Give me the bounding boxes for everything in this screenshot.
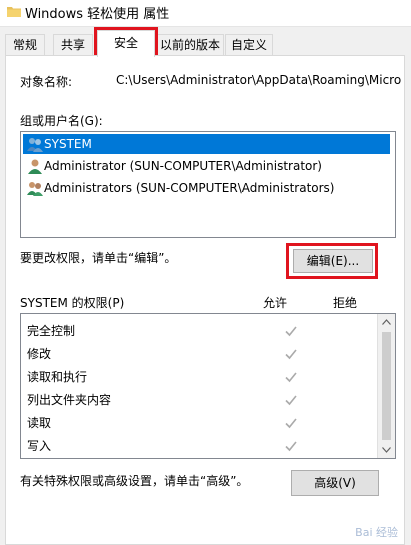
tab-previous-versions[interactable]: 以前的版本 [156,34,224,55]
tab-customize[interactable]: 自定义 [225,34,273,55]
allow-check-icon [285,418,297,429]
group-users-icon [27,182,43,196]
tab-general[interactable]: 常规 [5,34,45,55]
advanced-hint: 有关特殊权限或高级设置，请单击“高级”。 [20,474,249,488]
allow-check-icon [285,326,297,337]
users-list[interactable]: SYSTEM Administrator (SUN-COMPUTER\Admin… [20,131,396,238]
allow-check-icon [285,349,297,360]
scroll-up-arrow-icon[interactable] [382,319,391,325]
permission-row: 列出文件夹内容 [21,389,381,411]
allow-check-icon [285,372,297,383]
user-row-administrator[interactable]: Administrator (SUN-COMPUTER\Administrato… [23,156,390,176]
permission-name: 写入 [27,439,52,453]
tab-security[interactable]: 安全 [97,30,155,57]
permission-name: 读取和执行 [27,370,88,384]
object-name-label: 对象名称: [20,75,73,89]
permission-row: 读取和执行 [21,366,381,388]
object-name-value: C:\Users\Administrator\AppData\Roaming\M… [116,73,402,87]
permission-row: 完全控制 [21,320,381,342]
allow-check-icon [285,441,297,452]
user-label: SYSTEM [44,137,92,151]
watermark: Bai 经验 [355,526,398,539]
folder-icon [7,7,21,17]
edit-button-highlight [286,243,378,279]
permissions-list[interactable]: 完全控制 修改 读取和执行 列出文件夹内容 读取 写入 [20,313,396,459]
security-panel: 对象名称: C:\Users\Administrator\AppData\Roa… [5,55,405,545]
permissions-scrollbar[interactable] [377,314,395,458]
title-bar: Windows 轻松使用 属性 [0,0,411,27]
change-permissions-hint: 要更改权限，请单击“编辑”。 [20,251,177,265]
permission-row: 写入 [21,435,381,457]
advanced-button[interactable]: 高级(V) [291,470,379,496]
deny-header: 拒绝 [333,296,358,310]
tab-sharing[interactable]: 共享 [53,34,93,55]
tab-strip: 常规 共享 安全 以前的版本 自定义 [5,30,405,57]
permission-name: 列出文件夹内容 [27,393,112,407]
group-users-icon [27,138,43,152]
permission-row: 读取 [21,412,381,434]
allow-header: 允许 [263,296,288,310]
user-row-administrators[interactable]: Administrators (SUN-COMPUTER\Administrat… [23,178,390,198]
scroll-down-arrow-icon[interactable] [382,447,391,453]
user-label: Administrator (SUN-COMPUTER\Administrato… [44,159,322,173]
window-title: Windows 轻松使用 属性 [25,7,170,22]
scroll-thumb[interactable] [382,332,391,440]
permissions-label: SYSTEM 的权限(P) [20,296,125,310]
groups-label: 组或用户名(G): [20,114,103,128]
user-label: Administrators (SUN-COMPUTER\Administrat… [44,181,335,195]
permission-name: 读取 [27,416,52,430]
permission-name: 修改 [27,347,52,361]
permission-row: 修改 [21,343,381,365]
user-row-system[interactable]: SYSTEM [23,134,390,154]
user-icon [28,159,42,174]
allow-check-icon [285,395,297,406]
permission-name: 完全控制 [27,324,76,338]
